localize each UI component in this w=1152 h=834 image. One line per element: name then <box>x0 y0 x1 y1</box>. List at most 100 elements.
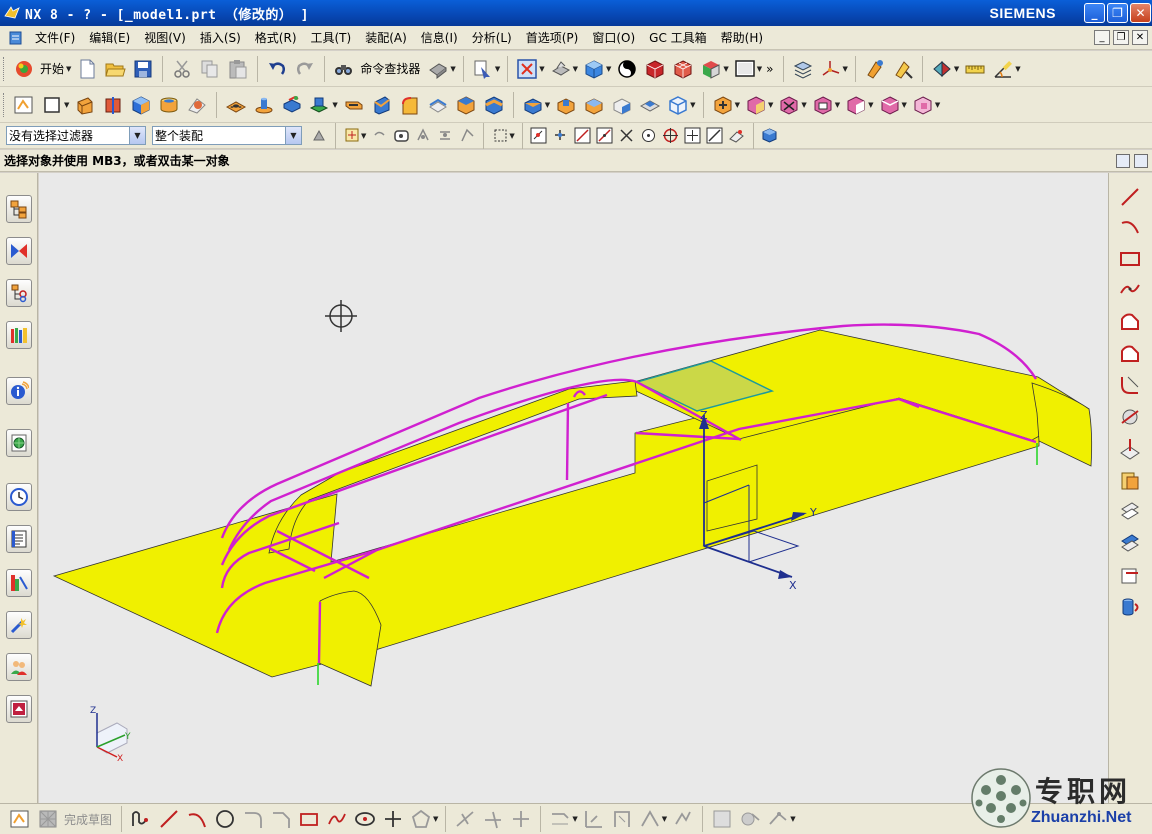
snap-arc-center-icon[interactable] <box>638 125 660 147</box>
extrude-icon[interactable] <box>71 91 99 119</box>
sync-dropdown-icon-1[interactable]: ▼ <box>735 101 740 109</box>
animate-dimension-icon[interactable] <box>669 805 697 833</box>
document-icon[interactable] <box>8 30 24 46</box>
fillet-tool-button[interactable] <box>1115 371 1145 399</box>
snap-intersection-icon[interactable] <box>616 125 638 147</box>
toolbar-grip[interactable] <box>3 56 6 81</box>
sync-dropdown-icon-6[interactable]: ▼ <box>902 101 907 109</box>
dimension-icon[interactable] <box>546 805 574 833</box>
chamfer-sketch-icon[interactable] <box>267 805 295 833</box>
sketch-icon[interactable] <box>10 91 38 119</box>
ellipse-sketch-icon[interactable] <box>351 805 379 833</box>
auto-constraint-icon[interactable] <box>608 805 636 833</box>
hole-icon[interactable] <box>222 91 250 119</box>
menu-file[interactable]: 文件(F) <box>28 29 82 46</box>
make-corner-icon[interactable] <box>507 805 535 833</box>
right-flange-surface[interactable] <box>1031 382 1093 467</box>
snap-point-on-curve-icon[interactable] <box>704 125 726 147</box>
show-constraints-icon[interactable] <box>636 805 664 833</box>
menu-tools[interactable]: 工具(T) <box>304 29 359 46</box>
redo-icon[interactable] <box>291 55 319 83</box>
black-white-sphere-icon[interactable] <box>613 55 641 83</box>
close-button[interactable]: ✕ <box>1130 3 1151 23</box>
menu-window[interactable]: 窗口(O) <box>585 29 642 46</box>
datum-plane-icon[interactable] <box>38 91 66 119</box>
system-materials-button[interactable] <box>6 525 32 553</box>
snap-midpoint-icon[interactable] <box>572 125 594 147</box>
shell-icon[interactable] <box>452 91 480 119</box>
snap-control-point-icon[interactable] <box>594 125 616 147</box>
edge-blend-icon[interactable] <box>396 91 424 119</box>
pad-dropdown-icon[interactable]: ▼ <box>332 101 337 109</box>
undo-icon[interactable] <box>263 55 291 83</box>
base-surface[interactable] <box>52 373 1040 678</box>
dimension-dropdown-icon[interactable]: ▼ <box>572 815 577 823</box>
finish-sketch-icon[interactable] <box>34 805 62 833</box>
menu-view[interactable]: 视图(V) <box>137 29 193 46</box>
nx-app-icon[interactable] <box>3 4 21 22</box>
sync-move-face-icon[interactable] <box>709 91 737 119</box>
slot-icon[interactable] <box>340 91 368 119</box>
quick-extend-icon[interactable] <box>479 805 507 833</box>
web-browser-button[interactable] <box>6 429 32 457</box>
feature-more-dropdown-icon[interactable]: ▼ <box>690 101 695 109</box>
combined-curve-button[interactable] <box>1115 561 1145 589</box>
select-bodies-icon[interactable] <box>412 125 434 147</box>
general-select-icon[interactable] <box>341 125 363 147</box>
sync-dropdown-icon-2[interactable]: ▼ <box>768 101 773 109</box>
doc-restore-button[interactable]: ❐ <box>1113 30 1129 45</box>
menu-edit[interactable]: 编辑(E) <box>82 29 137 46</box>
sync-dropdown-icon-5[interactable]: ▼ <box>868 101 873 109</box>
finish-sketch-button[interactable]: 完成草图 <box>64 811 112 828</box>
snap-view-icon[interactable] <box>928 55 956 83</box>
sync-pattern-face-icon[interactable] <box>909 91 937 119</box>
reuse-library-button[interactable] <box>6 321 32 349</box>
boss-icon[interactable] <box>250 91 278 119</box>
sync-resize-icon[interactable] <box>842 91 870 119</box>
selection-dropdown-icon[interactable]: ▼ <box>495 65 500 73</box>
toolbar-more-button[interactable]: » <box>766 62 773 76</box>
line-sketch-icon[interactable] <box>155 805 183 833</box>
quick-trim-icon[interactable] <box>451 805 479 833</box>
intersection-curve-button[interactable] <box>1115 467 1145 495</box>
offset-face-icon[interactable] <box>636 91 664 119</box>
red-block-icon[interactable] <box>641 55 669 83</box>
fillet-sketch-icon[interactable] <box>239 805 267 833</box>
snap-dropdown-icon[interactable]: ▼ <box>954 65 959 73</box>
general-select-dropdown-icon[interactable]: ▼ <box>361 132 366 140</box>
process-studio-button[interactable] <box>6 569 32 597</box>
graphics-window[interactable]: Z X Y Z X Y <box>39 173 1108 803</box>
sync-delete-face-icon[interactable] <box>775 91 803 119</box>
infer-constraints-icon[interactable] <box>764 805 792 833</box>
menu-insert[interactable]: 插入(S) <box>193 29 248 46</box>
history-button[interactable] <box>6 483 32 511</box>
box-select-icon[interactable] <box>489 125 511 147</box>
move-object-icon[interactable] <box>889 55 917 83</box>
sync-offset-region-icon[interactable] <box>876 91 904 119</box>
geometric-constraint-icon[interactable] <box>580 805 608 833</box>
toolbar-grip-2[interactable] <box>3 92 6 117</box>
polygon-sketch-icon[interactable] <box>407 805 435 833</box>
measure-dropdown-icon[interactable]: ▼ <box>1015 65 1020 73</box>
circle-sketch-icon[interactable] <box>211 805 239 833</box>
layer-settings-icon[interactable] <box>731 55 759 83</box>
rectangle-tool-button[interactable] <box>1115 245 1145 273</box>
constraint-navigator-button[interactable] <box>6 237 32 265</box>
extract-curve-button[interactable] <box>1115 529 1145 557</box>
menu-gc-toolkit[interactable]: GC 工具箱 <box>642 29 714 46</box>
layers-stack-icon[interactable] <box>789 55 817 83</box>
cylinder-icon[interactable] <box>155 91 183 119</box>
open-folder-icon[interactable] <box>101 55 129 83</box>
roles-button[interactable] <box>6 653 32 681</box>
offset-curve-button[interactable] <box>1115 339 1145 367</box>
sync-replace-face-icon[interactable] <box>809 91 837 119</box>
shaded-cube-icon[interactable] <box>580 55 608 83</box>
undo-select-icon[interactable] <box>368 125 390 147</box>
hd3d-tools-button[interactable] <box>6 377 32 405</box>
snap-endpoint-icon[interactable] <box>550 125 572 147</box>
project-curve-button[interactable] <box>1115 435 1145 463</box>
profile-sketch-icon[interactable] <box>127 805 155 833</box>
snap-point-on-icon[interactable] <box>528 125 550 147</box>
assembly-filter-icon[interactable] <box>308 125 330 147</box>
sync-dropdown-icon-7[interactable]: ▼ <box>935 101 940 109</box>
